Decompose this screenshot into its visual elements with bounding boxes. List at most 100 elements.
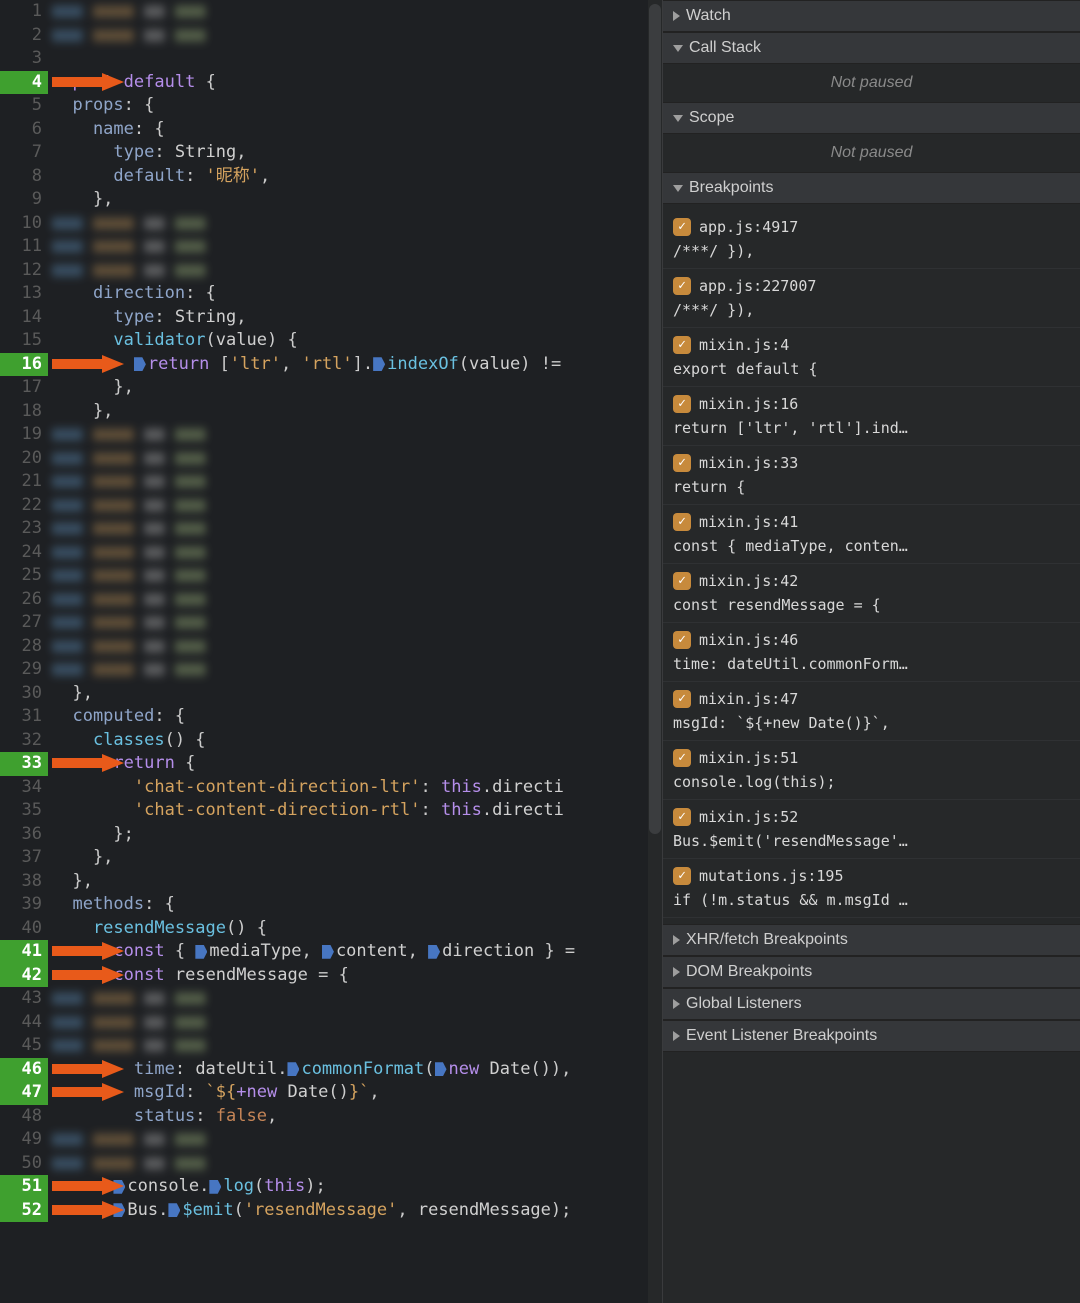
code-line[interactable]: ▮▮▮ ▮▮▮▮ ▮▮ ▮▮▮ — [52, 517, 662, 541]
code-line[interactable]: const { mediaType, content, direction } … — [52, 940, 662, 964]
code-line[interactable]: ▮▮▮ ▮▮▮▮ ▮▮ ▮▮▮ — [52, 611, 662, 635]
code-line[interactable]: export default { — [52, 71, 662, 95]
breakpoint-item[interactable]: mixin.js:52Bus.$emit('resendMessage'… — [663, 800, 1080, 859]
line-number[interactable]: 38 — [0, 870, 42, 894]
code-line[interactable]: ▮▮▮ ▮▮▮▮ ▮▮ ▮▮▮ — [52, 987, 662, 1011]
section-dom[interactable]: DOM Breakpoints — [663, 956, 1080, 988]
code-line[interactable]: ▮▮▮ ▮▮▮▮ ▮▮ ▮▮▮ — [52, 0, 662, 24]
line-number[interactable]: 19 — [0, 423, 42, 447]
line-number[interactable]: 50 — [0, 1152, 42, 1176]
line-number[interactable]: 36 — [0, 823, 42, 847]
section-callstack[interactable]: Call Stack — [663, 32, 1080, 64]
section-watch[interactable]: Watch — [663, 0, 1080, 32]
line-number-gutter[interactable]: 1234567891011121314151617181920212223242… — [0, 0, 48, 1303]
breakpoint-item[interactable]: mixin.js:33return { — [663, 446, 1080, 505]
breakpoint-checkbox[interactable] — [673, 690, 691, 708]
code-line[interactable]: }, — [52, 846, 662, 870]
breakpoint-item[interactable]: mutations.js:195if (!m.status && m.msgId… — [663, 859, 1080, 918]
line-number[interactable]: 16 — [0, 353, 48, 377]
line-number[interactable]: 37 — [0, 846, 42, 870]
code-line[interactable]: computed: { — [52, 705, 662, 729]
line-number[interactable]: 23 — [0, 517, 42, 541]
line-number[interactable]: 39 — [0, 893, 42, 917]
code-line[interactable]: methods: { — [52, 893, 662, 917]
line-number[interactable]: 12 — [0, 259, 42, 283]
line-number[interactable]: 30 — [0, 682, 42, 706]
line-number[interactable]: 32 — [0, 729, 42, 753]
line-number[interactable]: 40 — [0, 917, 42, 941]
code-line[interactable]: }, — [52, 682, 662, 706]
line-number[interactable]: 18 — [0, 400, 42, 424]
code-line[interactable]: }, — [52, 870, 662, 894]
code-line[interactable]: }, — [52, 376, 662, 400]
code-content[interactable]: ▮▮▮ ▮▮▮▮ ▮▮ ▮▮▮▮▮▮ ▮▮▮▮ ▮▮ ▮▮▮ export de… — [48, 0, 662, 1303]
code-line[interactable]: const resendMessage = { — [52, 964, 662, 988]
line-number[interactable]: 7 — [0, 141, 42, 165]
code-line[interactable]: ▮▮▮ ▮▮▮▮ ▮▮ ▮▮▮ — [52, 541, 662, 565]
code-line[interactable]: type: String, — [52, 306, 662, 330]
code-line[interactable]: ▮▮▮ ▮▮▮▮ ▮▮ ▮▮▮ — [52, 658, 662, 682]
breakpoint-item[interactable]: app.js:227007/***/ }), — [663, 269, 1080, 328]
code-line[interactable]: 'chat-content-direction-rtl': this.direc… — [52, 799, 662, 823]
code-line[interactable]: console.log(this); — [52, 1175, 662, 1199]
breakpoint-checkbox[interactable] — [673, 395, 691, 413]
line-number[interactable]: 3 — [0, 47, 42, 71]
code-line[interactable]: ▮▮▮ ▮▮▮▮ ▮▮ ▮▮▮ — [52, 1128, 662, 1152]
line-number[interactable]: 11 — [0, 235, 42, 259]
line-number[interactable]: 17 — [0, 376, 42, 400]
code-line[interactable]: direction: { — [52, 282, 662, 306]
breakpoint-checkbox[interactable] — [673, 513, 691, 531]
code-line[interactable]: status: false, — [52, 1105, 662, 1129]
line-number[interactable]: 49 — [0, 1128, 42, 1152]
code-line[interactable]: ▮▮▮ ▮▮▮▮ ▮▮ ▮▮▮ — [52, 494, 662, 518]
line-number[interactable]: 9 — [0, 188, 42, 212]
line-number[interactable]: 33 — [0, 752, 48, 776]
line-number[interactable]: 22 — [0, 494, 42, 518]
code-line[interactable]: }, — [52, 400, 662, 424]
line-number[interactable]: 51 — [0, 1175, 48, 1199]
code-line[interactable]: validator(value) { — [52, 329, 662, 353]
code-line[interactable]: ▮▮▮ ▮▮▮▮ ▮▮ ▮▮▮ — [52, 635, 662, 659]
line-number[interactable]: 47 — [0, 1081, 48, 1105]
line-number[interactable]: 21 — [0, 470, 42, 494]
line-number[interactable]: 48 — [0, 1105, 42, 1129]
code-line[interactable]: return ['ltr', 'rtl'].indexOf(value) != — [52, 353, 662, 377]
line-number[interactable]: 46 — [0, 1058, 48, 1082]
code-editor[interactable]: 1234567891011121314151617181920212223242… — [0, 0, 662, 1303]
line-number[interactable]: 10 — [0, 212, 42, 236]
line-number[interactable]: 42 — [0, 964, 48, 988]
breakpoint-checkbox[interactable] — [673, 749, 691, 767]
line-number[interactable]: 26 — [0, 588, 42, 612]
breakpoint-checkbox[interactable] — [673, 808, 691, 826]
line-number[interactable]: 6 — [0, 118, 42, 142]
line-number[interactable]: 35 — [0, 799, 42, 823]
section-xhr[interactable]: XHR/fetch Breakpoints — [663, 924, 1080, 956]
code-line[interactable]: msgId: `${+new Date()}`, — [52, 1081, 662, 1105]
scrollbar-thumb[interactable] — [649, 4, 661, 834]
line-number[interactable]: 5 — [0, 94, 42, 118]
breakpoint-item[interactable]: mixin.js:41const { mediaType, conten… — [663, 505, 1080, 564]
breakpoint-checkbox[interactable] — [673, 572, 691, 590]
code-line[interactable]: }, — [52, 188, 662, 212]
code-line[interactable]: ▮▮▮ ▮▮▮▮ ▮▮ ▮▮▮ — [52, 588, 662, 612]
line-number[interactable]: 31 — [0, 705, 42, 729]
line-number[interactable]: 20 — [0, 447, 42, 471]
code-line[interactable]: ▮▮▮ ▮▮▮▮ ▮▮ ▮▮▮ — [52, 235, 662, 259]
line-number[interactable]: 24 — [0, 541, 42, 565]
code-line[interactable]: ▮▮▮ ▮▮▮▮ ▮▮ ▮▮▮ — [52, 564, 662, 588]
code-line[interactable]: return { — [52, 752, 662, 776]
section-event[interactable]: Event Listener Breakpoints — [663, 1020, 1080, 1052]
code-line[interactable]: }; — [52, 823, 662, 847]
code-line[interactable]: ▮▮▮ ▮▮▮▮ ▮▮ ▮▮▮ — [52, 212, 662, 236]
breakpoint-checkbox[interactable] — [673, 454, 691, 472]
line-number[interactable]: 25 — [0, 564, 42, 588]
code-line[interactable]: ▮▮▮ ▮▮▮▮ ▮▮ ▮▮▮ — [52, 24, 662, 48]
editor-scrollbar[interactable] — [648, 0, 662, 1303]
code-line[interactable]: 'chat-content-direction-ltr': this.direc… — [52, 776, 662, 800]
line-number[interactable]: 2 — [0, 24, 42, 48]
code-line[interactable]: resendMessage() { — [52, 917, 662, 941]
line-number[interactable]: 43 — [0, 987, 42, 1011]
code-line[interactable]: ▮▮▮ ▮▮▮▮ ▮▮ ▮▮▮ — [52, 470, 662, 494]
breakpoint-item[interactable]: mixin.js:16return ['ltr', 'rtl'].ind… — [663, 387, 1080, 446]
code-line[interactable]: ▮▮▮ ▮▮▮▮ ▮▮ ▮▮▮ — [52, 423, 662, 447]
